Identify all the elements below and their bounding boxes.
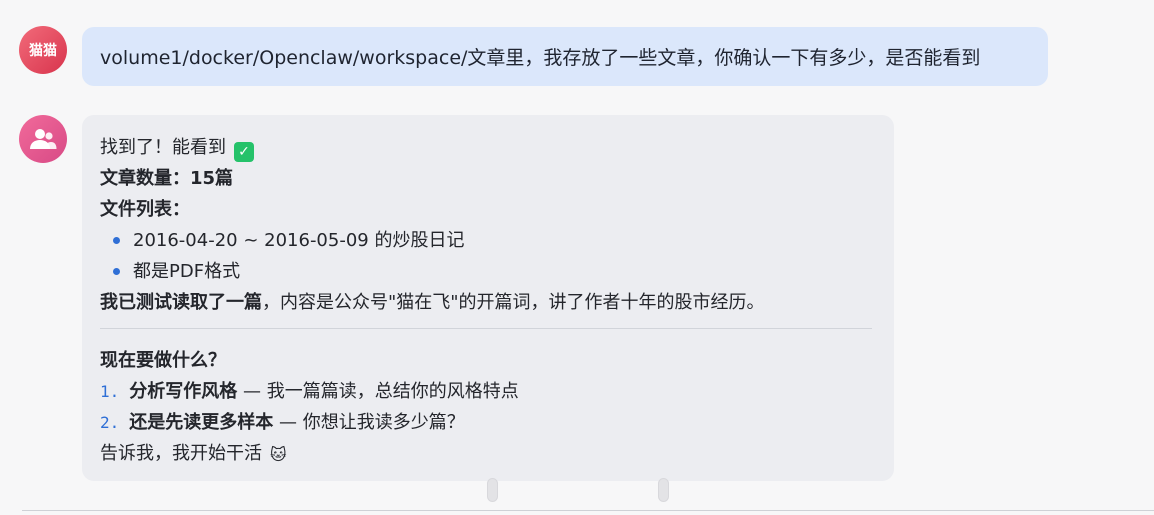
assistant-avatar [19,115,67,163]
check-icon: ✓ [234,142,254,162]
list-item: 2016-04-20 ~ 2016-05-09 的炒股日记 [100,225,876,256]
test-rest: ，内容是公众号"猫在飞"的开篇词，讲了作者十年的股市经历。 [262,292,765,313]
scroll-handle-right[interactable] [658,478,669,502]
option-item: 2. 还是先读更多样本 — 你想让我读多少篇？ [100,412,465,433]
option-item: 1. 分析写作风格 — 我一篇篇读，总结你的风格特点 [100,381,519,402]
test-line: 我已测试读取了一篇，内容是公众号"猫在飞"的开篇词，讲了作者十年的股市经历。 [100,287,876,318]
closing-text: 告诉我，我开始干活 [100,443,262,464]
assistant-message-bubble: 找到了！能看到 ✓ 文章数量：15篇 文件列表： 2016-04-20 ~ 201… [82,115,894,481]
user-message-bubble: volume1/docker/Openclaw/workspace/文章里，我存… [82,27,1048,86]
found-line: 找到了！能看到 ✓ [100,132,876,163]
count-value: 15篇 [190,168,234,189]
scroll-handle-left[interactable] [487,478,498,502]
user-avatar: 猫猫 [19,26,67,74]
closing-line: 告诉我，我开始干活 🐱 [100,438,876,469]
bullet-icon [113,267,120,275]
cat-icon: 🐱 [270,445,287,464]
found-text: 找到了！能看到 [100,137,226,158]
count-line: 文章数量：15篇 [100,163,876,194]
input-area-edge[interactable] [22,510,1154,515]
divider [100,328,872,329]
files-label: 文件列表： [100,199,190,220]
bullet-icon [113,236,120,244]
users-icon [30,129,57,149]
test-bold: 我已测试读取了一篇 [100,292,262,313]
list-item: 都是PDF格式 [100,256,876,287]
count-label: 文章数量： [100,168,190,189]
user-message-text: volume1/docker/Openclaw/workspace/文章里，我存… [100,47,981,69]
question-heading: 现在要做什么？ [100,350,226,371]
